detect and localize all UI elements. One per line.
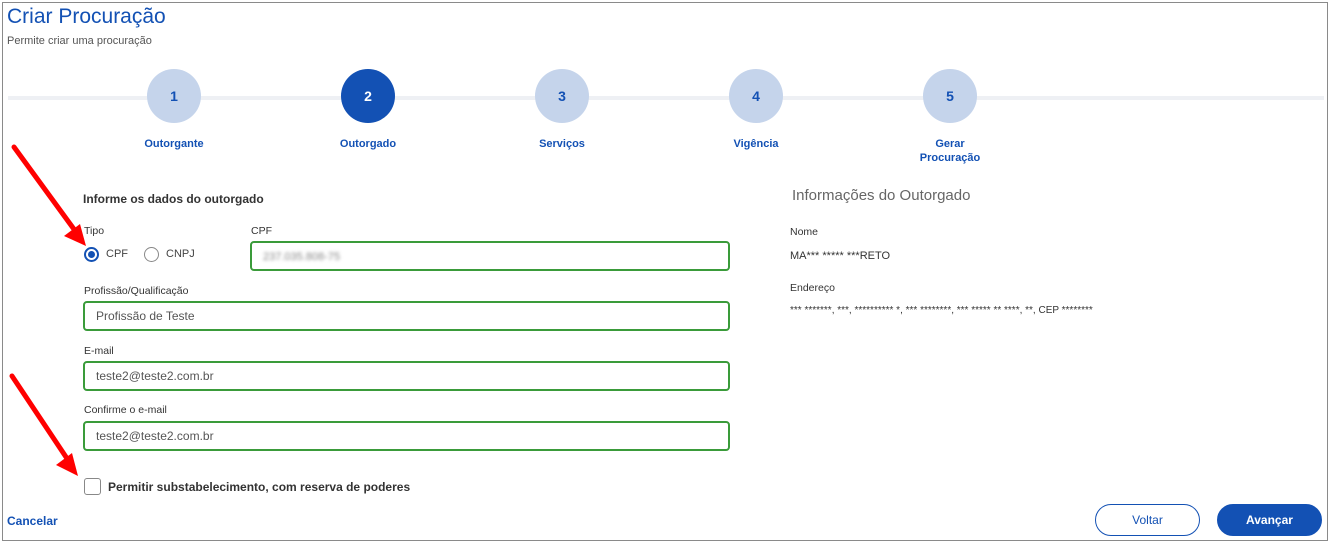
- arrow-to-radio-cpf: [11, 144, 86, 246]
- arrow-to-substabelecimento-checkbox: [9, 373, 78, 476]
- annotation-arrows: [9, 144, 86, 476]
